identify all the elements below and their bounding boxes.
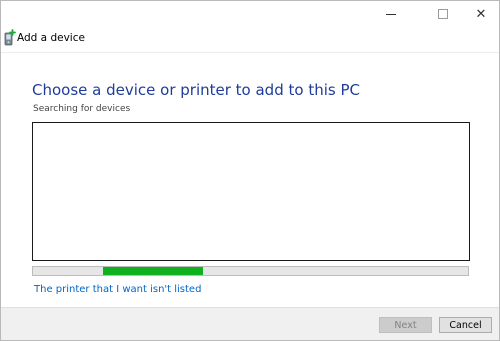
printer-not-listed-link[interactable]: The printer that I want isn't listed (34, 284, 201, 295)
add-device-icon (4, 29, 16, 46)
wizard-footer: Next Cancel (1, 307, 499, 340)
progress-fill (102, 267, 203, 275)
page-heading: Choose a device or printer to add to thi… (32, 81, 360, 99)
add-device-window: ✕ Add a device Choose a device or printe… (0, 0, 500, 341)
wizard-header: Add a device (1, 27, 499, 52)
close-icon: ✕ (475, 6, 487, 22)
device-list[interactable] (32, 122, 470, 261)
search-progress-bar (32, 266, 469, 276)
window-title: Add a device (17, 32, 85, 44)
minimize-icon (386, 13, 396, 15)
maximize-icon (438, 9, 448, 19)
cancel-button[interactable]: Cancel (439, 317, 492, 333)
header-divider (1, 52, 499, 53)
minimize-button[interactable] (369, 1, 413, 27)
close-button[interactable]: ✕ (459, 1, 499, 27)
search-status: Searching for devices (33, 104, 131, 114)
next-button[interactable]: Next (379, 317, 432, 333)
title-bar[interactable]: ✕ (1, 1, 499, 27)
